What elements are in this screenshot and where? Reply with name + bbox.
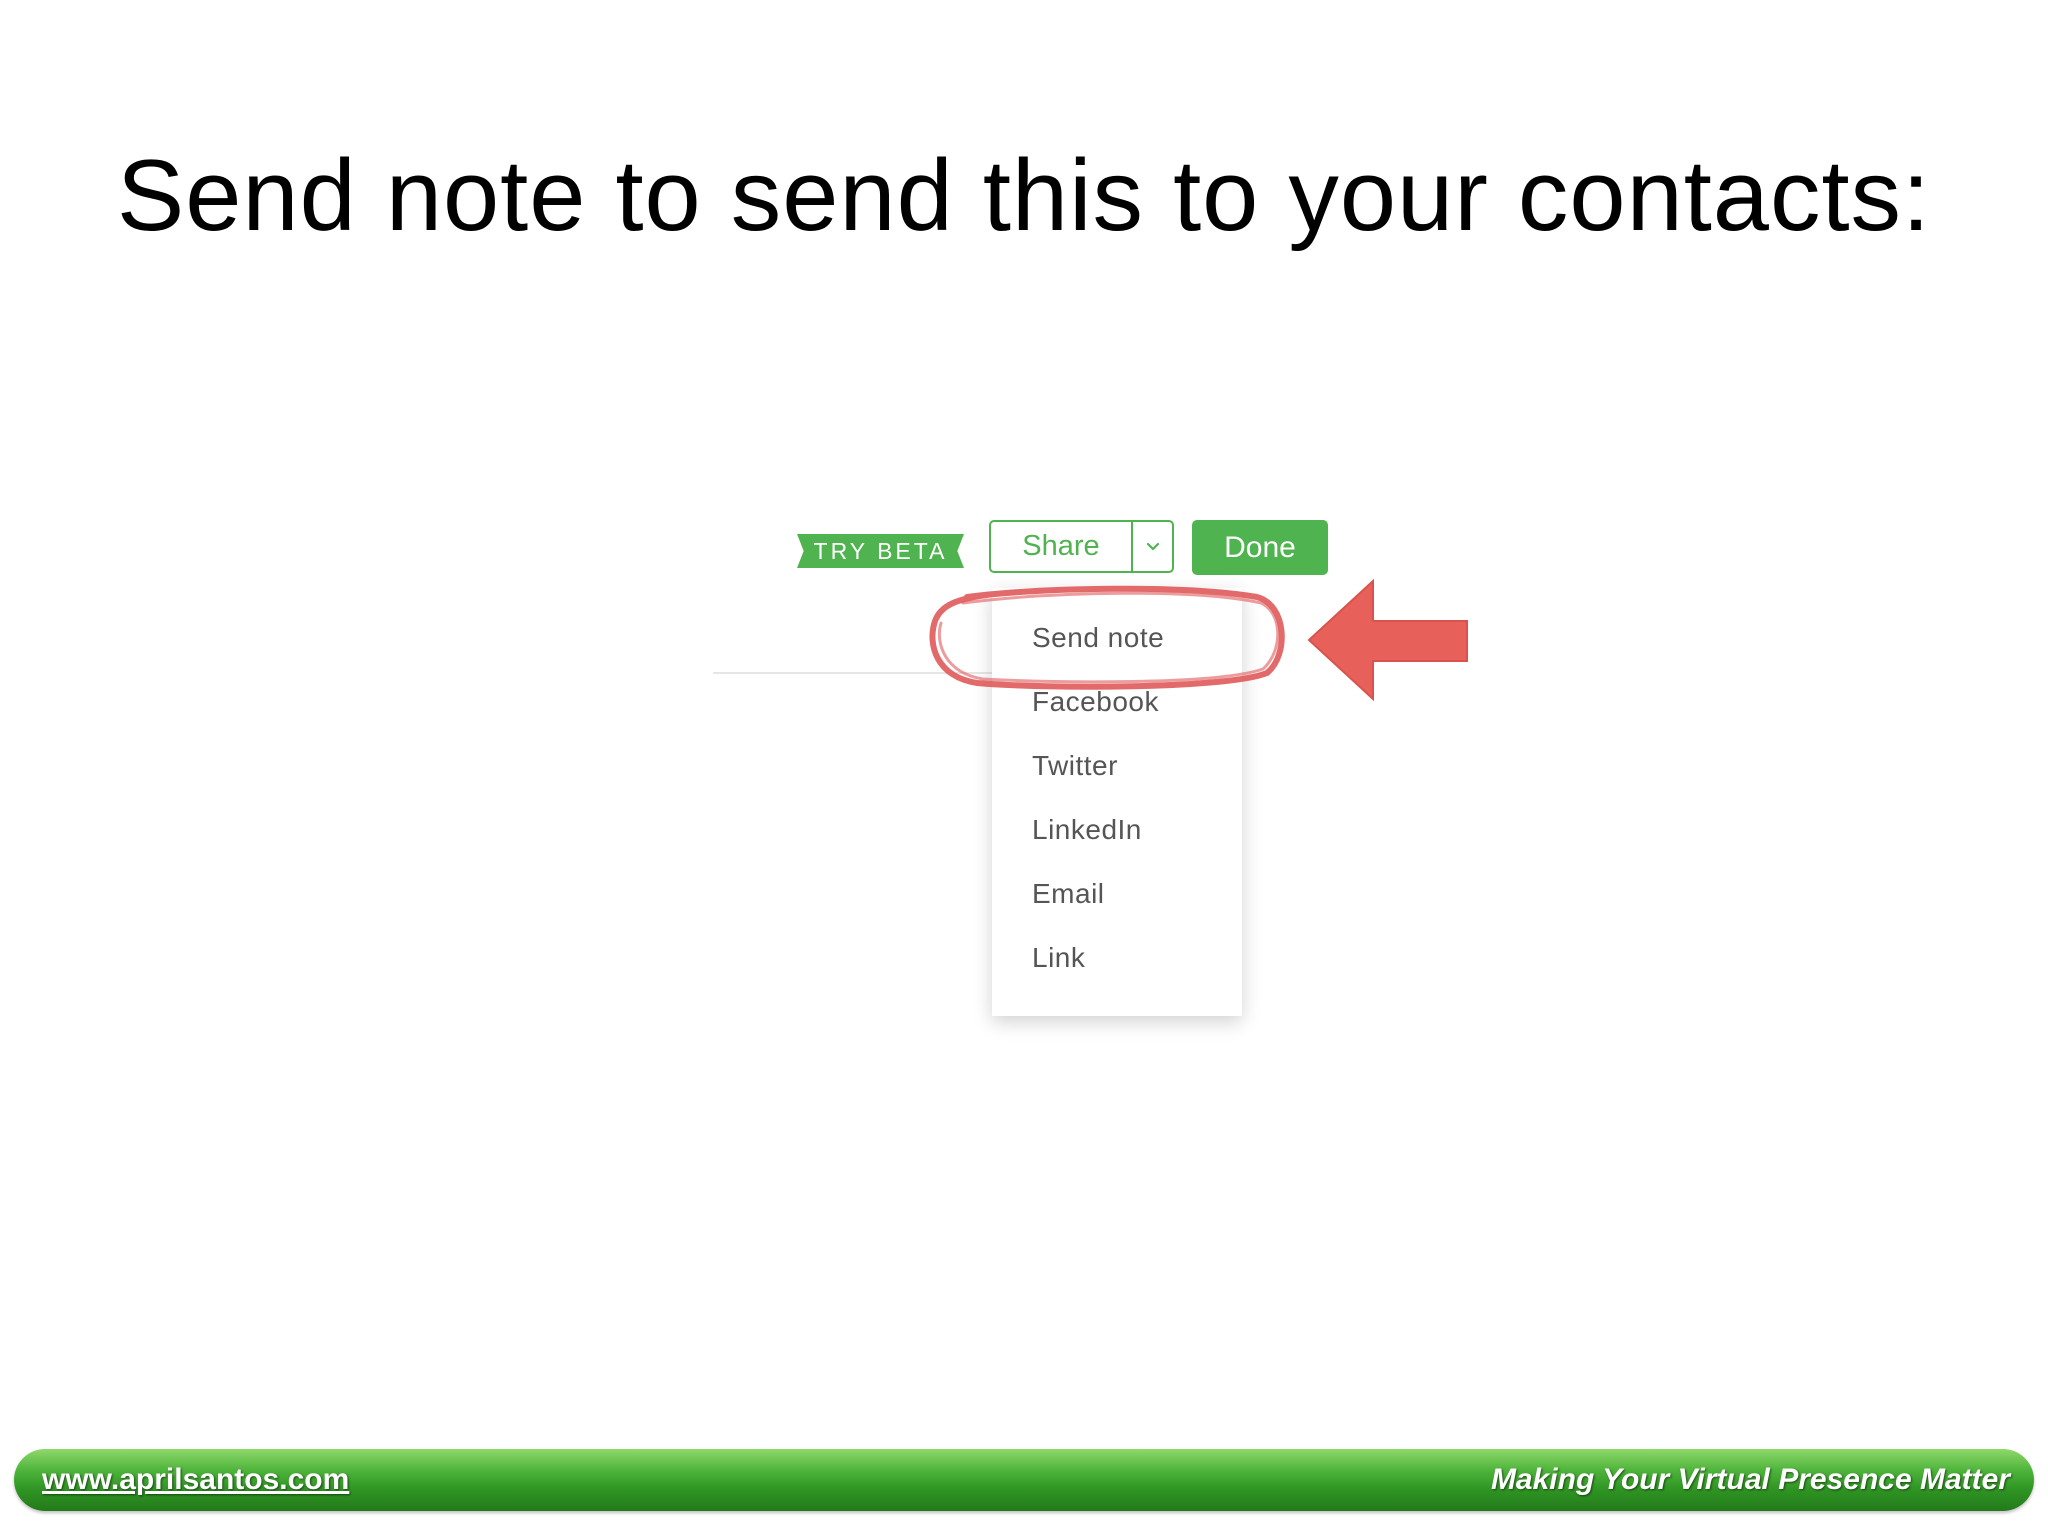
footer-bar: www.aprilsantos.com Making Your Virtual …: [14, 1449, 2034, 1511]
footer-tagline: Making Your Virtual Presence Matter: [1490, 1463, 2010, 1496]
divider-line: [713, 672, 993, 674]
menu-item-email[interactable]: Email: [1032, 878, 1105, 910]
arrow-left-icon: [1307, 578, 1468, 702]
menu-item-link[interactable]: Link: [1032, 942, 1085, 974]
try-beta-badge[interactable]: TRY BETA: [797, 534, 964, 568]
done-button[interactable]: Done: [1192, 520, 1328, 575]
chevron-down-icon: [1146, 542, 1159, 551]
share-dropdown-toggle[interactable]: [1133, 522, 1172, 571]
slide-title: Send note to send this to your contacts:: [116, 140, 1932, 252]
share-dropdown-menu: Send note Facebook Twitter LinkedIn Emai…: [992, 588, 1242, 1016]
share-button[interactable]: Share: [991, 522, 1133, 571]
menu-item-linkedin[interactable]: LinkedIn: [1032, 814, 1142, 846]
share-button-group: Share: [989, 520, 1174, 573]
menu-item-send-note[interactable]: Send note: [1032, 622, 1164, 654]
menu-item-facebook[interactable]: Facebook: [1032, 686, 1159, 718]
footer-url-link[interactable]: www.aprilsantos.com: [42, 1463, 349, 1497]
menu-item-twitter[interactable]: Twitter: [1032, 750, 1118, 782]
